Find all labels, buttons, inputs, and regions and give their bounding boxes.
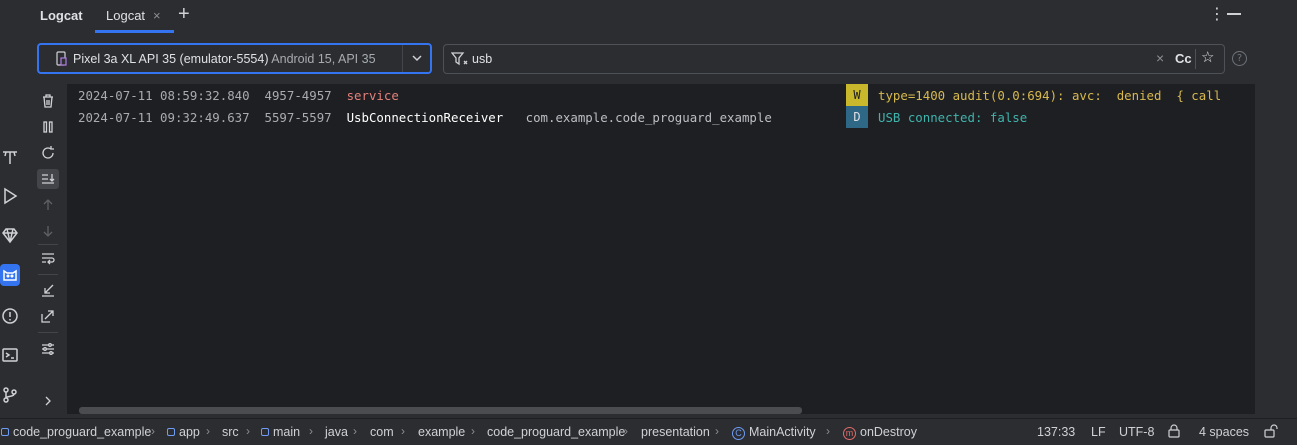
active-tab-indicator xyxy=(95,30,174,33)
breadcrumb-main[interactable]: main xyxy=(261,425,300,439)
match-case-toggle[interactable]: Cc xyxy=(1175,51,1192,66)
restart-icon[interactable] xyxy=(37,143,59,163)
indent-setting[interactable]: 4 spaces xyxy=(1199,425,1249,439)
logcat-icon[interactable] xyxy=(0,264,20,286)
run-icon[interactable] xyxy=(0,185,20,207)
device-name: Pixel 3a XL API 35 (emulator-5554) xyxy=(73,52,269,66)
folder-icon xyxy=(261,428,269,436)
breadcrumb-java[interactable]: java xyxy=(325,425,348,439)
filter-icon[interactable] xyxy=(451,51,469,67)
right-tool-strip xyxy=(1255,84,1297,414)
class-icon: C xyxy=(732,427,745,440)
log-message: type=1400 audit(0.0:694): avc: denied { … xyxy=(878,88,1222,103)
readonly-toggle-icon[interactable] xyxy=(1167,424,1181,441)
tool-window-title: Logcat xyxy=(40,8,83,23)
help-icon[interactable]: ? xyxy=(1232,51,1247,66)
log-pid: 4957-4957 xyxy=(264,88,332,103)
import-logs-icon[interactable] xyxy=(37,280,59,300)
log-message: USB connected: false xyxy=(878,110,1028,125)
expand-chevron-icon[interactable] xyxy=(37,391,59,411)
file-encoding[interactable]: UTF-8 xyxy=(1119,425,1154,439)
log-tag: service xyxy=(346,88,399,103)
log-level-badge: D xyxy=(846,106,868,128)
next-occurrence-icon[interactable] xyxy=(37,221,59,241)
clear-logcat-icon[interactable] xyxy=(37,91,59,111)
logcat-filter-input[interactable]: usb × Cc ☆ xyxy=(443,44,1225,74)
clear-filter-icon[interactable]: × xyxy=(1156,50,1164,66)
log-package: com.example.code_proguard_example xyxy=(525,110,772,125)
device-phone-icon xyxy=(56,51,67,66)
profiler-icon[interactable] xyxy=(0,224,20,246)
module-icon xyxy=(1,428,9,436)
previous-occurrence-icon[interactable] xyxy=(37,195,59,215)
log-timestamp: 2024-07-11 08:59:32.840 xyxy=(78,88,250,103)
add-tab-icon[interactable]: + xyxy=(178,0,190,30)
more-options-icon[interactable]: ⋮ xyxy=(1209,4,1225,23)
horizontal-scrollbar[interactable] xyxy=(79,407,802,414)
status-bar: code_proguard_example › app › src › main… xyxy=(0,418,1297,445)
logcat-actions xyxy=(32,84,66,414)
terminal-icon[interactable] xyxy=(0,344,20,366)
chevron-down-icon[interactable] xyxy=(411,51,423,65)
breadcrumb-project[interactable]: code_proguard_example xyxy=(1,425,151,439)
line-ending[interactable]: LF xyxy=(1091,425,1106,439)
soft-wrap-icon[interactable] xyxy=(37,248,59,268)
breadcrumb-src[interactable]: src xyxy=(222,425,239,439)
log-row[interactable]: 2024-07-11 08:59:32.840 4957-4957 servic… xyxy=(78,86,399,106)
scroll-to-end-icon[interactable] xyxy=(37,169,59,189)
log-tag: UsbConnectionReceiver xyxy=(346,110,504,125)
filter-query[interactable]: usb xyxy=(472,52,492,66)
lock-icon[interactable] xyxy=(1264,424,1278,441)
breadcrumb-presentation[interactable]: presentation xyxy=(641,425,710,439)
format-settings-icon[interactable] xyxy=(37,339,59,359)
log-pid: 5597-5597 xyxy=(264,110,332,125)
problems-icon[interactable] xyxy=(0,305,20,327)
device-selector-divider xyxy=(402,45,403,72)
pause-icon[interactable] xyxy=(37,117,59,137)
breadcrumb-package[interactable]: code_proguard_example xyxy=(487,425,625,439)
breadcrumb-example[interactable]: example xyxy=(418,425,465,439)
tool-window-strip xyxy=(0,84,22,414)
caret-position[interactable]: 137:33 xyxy=(1037,425,1075,439)
breadcrumb-class[interactable]: C MainActivity xyxy=(732,425,816,440)
build-icon[interactable] xyxy=(0,146,20,168)
breadcrumb-app[interactable]: app xyxy=(167,425,200,439)
breadcrumb-method[interactable]: m onDestroy xyxy=(843,425,917,440)
tool-window-header: Logcat Logcat × + ⋮ xyxy=(22,0,1297,33)
tab-logcat[interactable]: Logcat xyxy=(106,0,145,32)
logcat-output[interactable]: 2024-07-11 08:59:32.840 4957-4957 servic… xyxy=(67,84,1255,414)
module-icon xyxy=(167,428,175,436)
export-logs-icon[interactable] xyxy=(37,306,59,326)
log-timestamp: 2024-07-11 09:32:49.637 xyxy=(78,110,250,125)
git-icon[interactable] xyxy=(0,384,20,406)
minimize-icon[interactable] xyxy=(1227,13,1241,15)
log-level-badge: W xyxy=(846,84,868,106)
device-detail: Android 15, API 35 xyxy=(271,52,376,66)
device-selector[interactable]: Pixel 3a XL API 35 (emulator-5554) Andro… xyxy=(37,43,432,74)
method-icon: m xyxy=(843,427,856,440)
close-tab-icon[interactable]: × xyxy=(153,0,161,32)
favorite-filter-icon[interactable]: ☆ xyxy=(1201,48,1214,66)
filter-divider xyxy=(1195,49,1196,69)
breadcrumb-com[interactable]: com xyxy=(370,425,394,439)
log-row[interactable]: 2024-07-11 09:32:49.637 5597-5597 UsbCon… xyxy=(78,108,772,128)
